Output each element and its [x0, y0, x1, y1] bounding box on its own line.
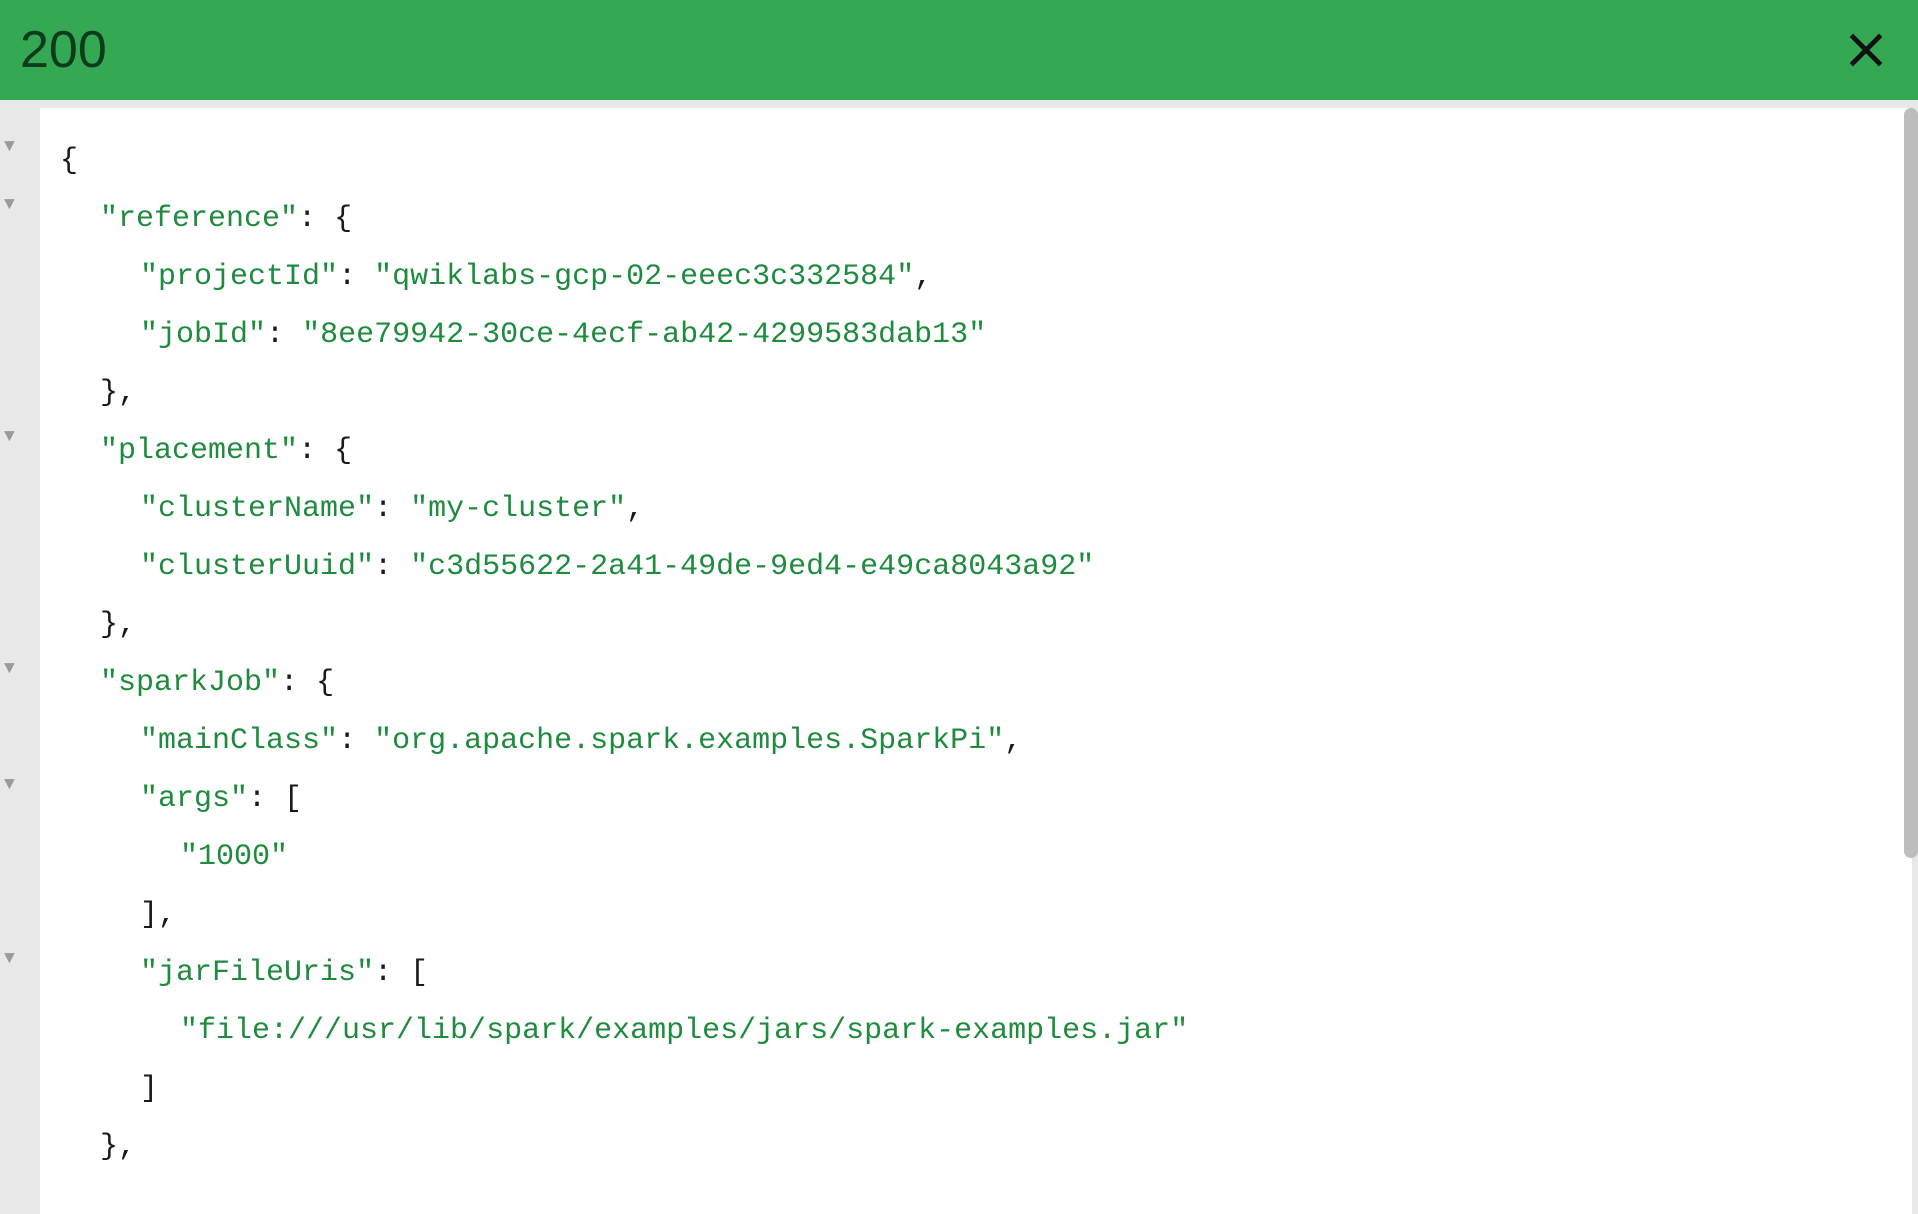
status-code: 200 [20, 20, 107, 80]
json-key: clusterName [158, 492, 356, 526]
json-value: c3d55622-2a41-49de-9ed4-e49ca8043a92 [428, 550, 1076, 584]
json-viewer[interactable]: { "reference": { "projectId": "qwiklabs-… [40, 108, 1912, 1214]
json-value: org.apache.spark.examples.SparkPi [392, 724, 986, 758]
response-header: 200 [0, 0, 1918, 100]
close-button[interactable] [1842, 26, 1890, 74]
json-key: sparkJob [118, 666, 262, 700]
json-key: clusterUuid [158, 550, 356, 584]
fold-gutter: ▼ ▼ ▼ ▼ ▼ ▼ [0, 108, 40, 1214]
scrollbar-thumb[interactable] [1904, 108, 1918, 858]
json-value: 8ee79942-30ce-4ecf-ab42-4299583dab13 [320, 318, 968, 352]
json-key: mainClass [158, 724, 320, 758]
close-icon [1844, 28, 1888, 72]
json-key: args [158, 782, 230, 816]
json-key: placement [118, 434, 280, 468]
fold-arrow-icon[interactable]: ▼ [4, 196, 15, 214]
fold-arrow-icon[interactable]: ▼ [4, 660, 15, 678]
json-value: my-cluster [428, 492, 608, 526]
json-value: qwiklabs-gcp-02-eeec3c332584 [392, 260, 896, 294]
fold-arrow-icon[interactable]: ▼ [4, 950, 15, 968]
json-key: projectId [158, 260, 320, 294]
json-key: jarFileUris [158, 956, 356, 990]
fold-arrow-icon[interactable]: ▼ [4, 138, 15, 156]
response-body: ▼ ▼ ▼ ▼ ▼ ▼ { "reference": { "projectId"… [0, 100, 1918, 1214]
json-key: jobId [158, 318, 248, 352]
fold-arrow-icon[interactable]: ▼ [4, 428, 15, 446]
json-key: reference [118, 202, 280, 236]
json-value: file:///usr/lib/spark/examples/jars/spar… [198, 1014, 1170, 1048]
json-value: 1000 [198, 840, 270, 874]
fold-arrow-icon[interactable]: ▼ [4, 776, 15, 794]
